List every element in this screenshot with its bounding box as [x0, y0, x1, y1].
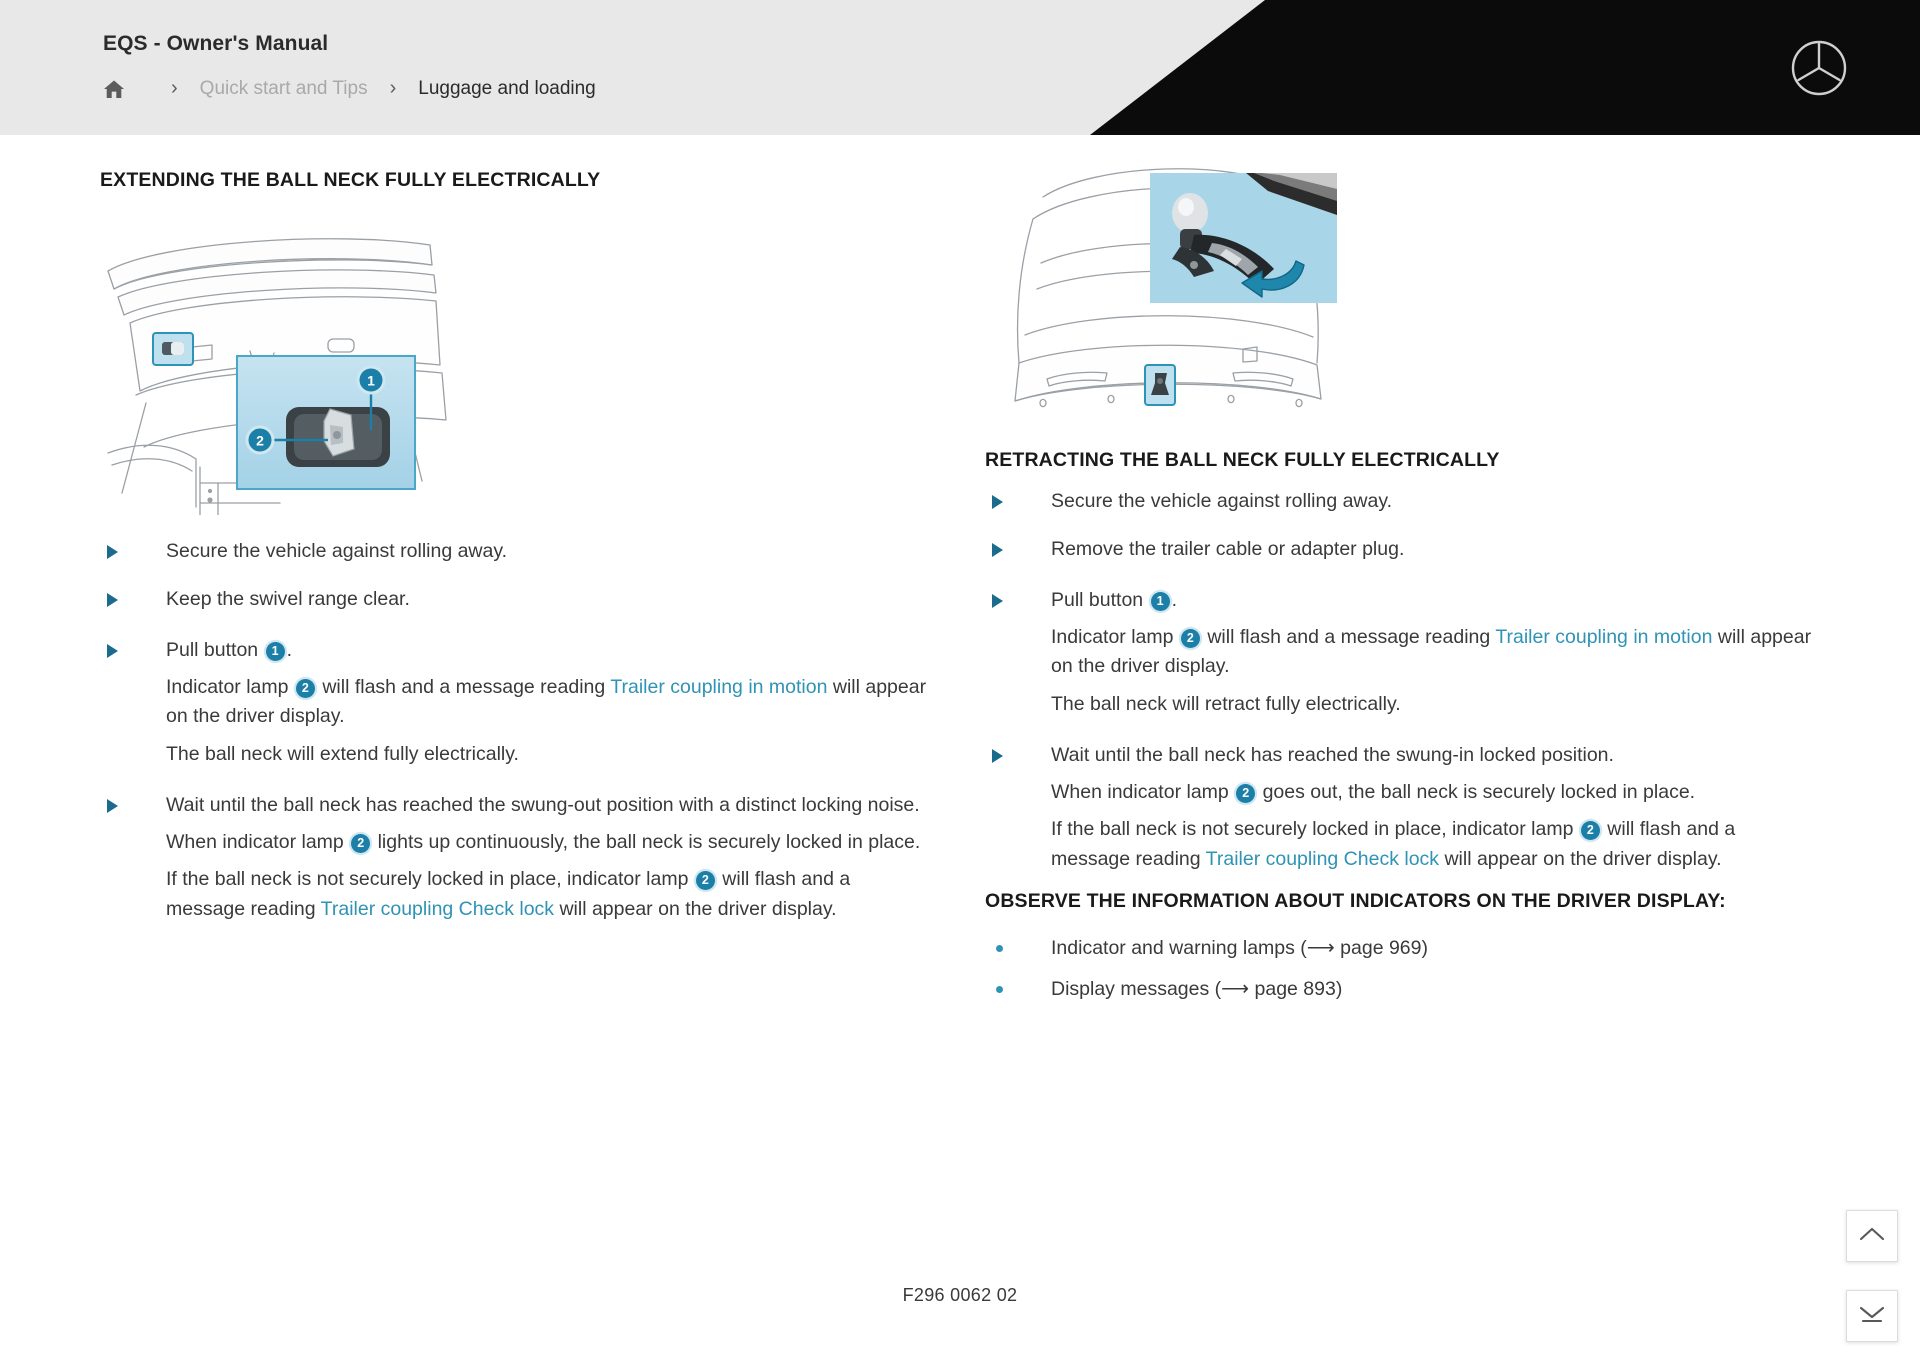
breadcrumb-separator-1: › — [171, 77, 178, 99]
vehicle-rear-figure — [985, 167, 1815, 447]
list-item: Keep the swivel range clear. — [100, 585, 930, 614]
chevron-up-icon — [1859, 1226, 1885, 1247]
ball-neck-button-inset: 1 2 — [236, 355, 416, 491]
step-line: Indicator lamp 2 will flash and a messag… — [1051, 626, 1812, 678]
triangle-bullet-icon — [107, 592, 118, 607]
triangle-bullet-icon — [107, 798, 118, 813]
dot-bullet-icon — [996, 986, 1003, 994]
trunk-interior-figure: 1 2 — [100, 215, 930, 516]
right-column: RETRACTING THE BALL NECK FULLY ELECTRICA… — [985, 167, 1815, 1017]
mercedes-star-icon — [1790, 39, 1848, 97]
list-item[interactable]: Indicator and warning lamps (⟶ page 969) — [985, 934, 1815, 963]
triangle-bullet-icon — [992, 593, 1003, 608]
manual-title: EQS - Owner's Manual — [103, 32, 329, 55]
step-line: If the ball neck is not securely locked … — [1051, 818, 1736, 870]
ball-neck-socket-highlight — [1144, 364, 1176, 406]
list-item: Secure the vehicle against rolling away. — [100, 537, 930, 566]
scroll-to-bottom-button[interactable] — [1846, 1290, 1898, 1342]
triangle-bullet-icon — [107, 643, 118, 658]
driver-display-subheading: OBSERVE THE INFORMATION ABOUT INDICATORS… — [985, 889, 1726, 912]
step-line: Remove the trailer cable or adapter plug… — [1051, 537, 1405, 560]
triangle-bullet-icon — [107, 545, 118, 560]
step-line: Secure the vehicle against rolling away. — [166, 540, 508, 563]
triangle-bullet-icon — [992, 748, 1003, 763]
list-item: Pull button 1. Indicator lamp 2 will fla… — [985, 586, 1815, 719]
step-line: Keep the swivel range clear. — [166, 587, 410, 610]
reference-link-indicator-lamps[interactable]: Indicator and warning lamps (⟶ page 969) — [1051, 937, 1428, 959]
page-header: EQS - Owner's Manual › Quick start and T… — [0, 0, 1920, 135]
list-item: Wait until the ball neck has reached the… — [985, 741, 1815, 874]
breadcrumb: › Quick start and Tips › Luggage and loa… — [103, 78, 596, 100]
ball-neck-photo-inset — [1150, 173, 1337, 303]
list-item: Remove the trailer cable or adapter plug… — [985, 535, 1815, 564]
step-line: Secure the vehicle against rolling away. — [1051, 490, 1393, 513]
left-column: EXTENDING THE BALL NECK FULLY ELECTRICAL… — [100, 167, 930, 942]
right-section-heading: RETRACTING THE BALL NECK FULLY ELECTRICA… — [985, 449, 1500, 471]
list-item[interactable]: Display messages (⟶ page 893) — [985, 975, 1815, 1004]
step-line: When indicator lamp 2 goes out, the ball… — [1051, 781, 1696, 804]
scroll-to-top-button[interactable] — [1846, 1210, 1898, 1262]
breadcrumb-item-quick-start[interactable]: Quick start and Tips — [200, 78, 368, 100]
svg-text:1: 1 — [367, 373, 375, 389]
breadcrumb-separator-2: › — [389, 77, 397, 99]
trunk-button-highlight — [152, 332, 194, 367]
step-line: If the ball neck is not securely locked … — [166, 868, 851, 920]
list-item: Wait until the ball neck has reached the… — [100, 791, 930, 924]
list-item: Secure the vehicle against rolling away. — [985, 487, 1815, 516]
step-line: Pull button 1. — [1051, 588, 1177, 611]
triangle-bullet-icon — [992, 495, 1003, 510]
page-body: EXTENDING THE BALL NECK FULLY ELECTRICAL… — [0, 135, 1920, 1358]
left-steps-list: Secure the vehicle against rolling away.… — [100, 537, 930, 924]
triangle-bullet-icon — [992, 542, 1003, 557]
step-line: Wait until the ball neck has reached the… — [166, 793, 920, 816]
svg-text:2: 2 — [256, 433, 264, 449]
step-line: Wait until the ball neck has reached the… — [1051, 743, 1614, 766]
chevron-down-end-icon — [1859, 1305, 1885, 1328]
step-line: Indicator lamp 2 will flash and a messag… — [166, 676, 927, 728]
list-item: Pull button 1. Indicator lamp 2 will fla… — [100, 636, 930, 769]
home-icon[interactable] — [103, 79, 125, 99]
reference-link-display-messages[interactable]: Display messages (⟶ page 893) — [1051, 978, 1342, 1000]
step-line: Pull button 1. — [166, 638, 292, 661]
right-steps-list: Secure the vehicle against rolling away.… — [985, 487, 1815, 874]
dot-bullet-icon — [996, 945, 1003, 953]
reference-list: Indicator and warning lamps (⟶ page 969)… — [985, 934, 1815, 1005]
step-line: The ball neck will retract fully electri… — [1051, 692, 1401, 715]
step-line: When indicator lamp 2 lights up continuo… — [166, 831, 921, 854]
step-line: The ball neck will extend fully electric… — [166, 742, 519, 765]
figure-code: F296 0062 02 — [902, 1285, 1018, 1305]
left-section-heading: EXTENDING THE BALL NECK FULLY ELECTRICAL… — [100, 169, 601, 191]
breadcrumb-item-luggage-and-loading[interactable]: Luggage and loading — [418, 78, 596, 100]
